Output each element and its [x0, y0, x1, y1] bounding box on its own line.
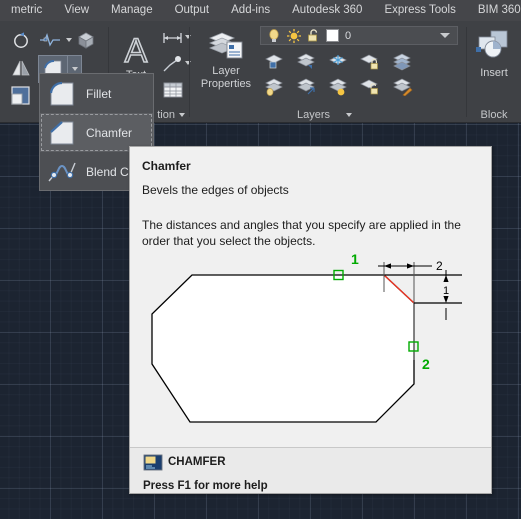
layer-previous-icon	[297, 53, 315, 69]
ribbon-tab-add-ins[interactable]: Add-ins	[220, 0, 281, 21]
tooltip-command-name: CHAMFER	[168, 456, 226, 468]
explode-button[interactable]	[72, 27, 102, 53]
leader-icon	[163, 56, 181, 72]
text-button[interactable]: A	[117, 29, 155, 69]
layer-merge-button[interactable]	[294, 76, 320, 98]
layer-match-icon	[265, 54, 283, 69]
explode-icon	[78, 32, 94, 49]
chevron-down-icon[interactable]	[440, 33, 450, 38]
scale-button[interactable]	[8, 83, 34, 109]
layer-previous-button[interactable]	[294, 51, 320, 73]
panel-label-layers: Layers	[296, 109, 331, 121]
marker-label-1: 1	[351, 252, 359, 267]
ribbon-tab-express-tools[interactable]: Express Tools	[373, 0, 466, 21]
ribbon-panel-layers: Layer Properties 0 Layers	[190, 21, 465, 123]
flyout-item-fillet[interactable]: Fillet	[40, 74, 153, 113]
ribbon-tab-bar: metric View Manage Output Add-ins Autode…	[0, 0, 521, 21]
layer-isolate-button[interactable]	[390, 51, 416, 73]
chamfer-icon	[45, 117, 79, 149]
lightbulb-icon	[269, 28, 279, 42]
layer-freeze-icon	[329, 55, 347, 65]
ribbon-tab-manage[interactable]: Manage	[100, 0, 164, 21]
sun-icon	[287, 28, 301, 43]
ribbon-tab-output[interactable]: Output	[164, 0, 221, 21]
layer-lock-icon	[360, 54, 378, 70]
flyout-label-chamfer: Chamfer	[86, 125, 133, 140]
stretch-button[interactable]	[38, 27, 64, 53]
layer-properties-label-line1: Layer	[212, 65, 240, 77]
insert-button-label: Insert	[480, 67, 508, 79]
stretch-icon	[40, 33, 60, 47]
insert-button[interactable]	[473, 27, 515, 65]
dim-label-horizontal: 2	[436, 259, 443, 273]
layer-freeze-button[interactable]	[326, 51, 352, 73]
tooltip-title: Chamfer	[142, 159, 191, 173]
marker-label-2: 2	[422, 356, 430, 372]
text-icon: A	[124, 31, 149, 67]
layer-properties-icon	[208, 32, 243, 59]
tooltip-summary: Bevels the edges of objects	[142, 183, 289, 197]
ribbon-tab-bim-360[interactable]: BIM 360	[467, 0, 521, 21]
panel-label-block: Block	[480, 109, 508, 121]
ribbon-tab-view[interactable]: View	[53, 0, 100, 21]
leader-button[interactable]	[161, 53, 185, 75]
layer-change-icon	[393, 78, 413, 96]
svg-text:A: A	[125, 32, 148, 67]
unlock-icon	[308, 28, 318, 41]
chevron-down-icon	[71, 67, 78, 71]
layer-unlock-icon	[360, 79, 378, 95]
layer-color-swatch[interactable]	[326, 29, 339, 42]
ribbon-tab-autodesk-360[interactable]: Autodesk 360	[281, 0, 373, 21]
layer-unisolate-button[interactable]	[326, 76, 352, 98]
layer-dropdown[interactable]: 0	[260, 26, 458, 45]
ribbon-tab-parametric[interactable]: metric	[0, 0, 53, 21]
layers-panel-caret[interactable]	[346, 113, 352, 117]
tooltip-footer: CHAMFER Press F1 for more help	[130, 448, 491, 493]
tooltip-help-hint: Press F1 for more help	[143, 480, 268, 492]
chamfer-illustration: 2 1 1 2	[130, 251, 491, 442]
layer-on-icon	[265, 78, 283, 96]
layer-properties-label-line2: Properties	[200, 78, 252, 90]
layer-unisolate-icon	[329, 78, 347, 96]
layer-unlock-button[interactable]	[358, 76, 384, 98]
insert-icon	[476, 30, 508, 58]
scale-icon	[11, 86, 30, 105]
ribbon-panel-block: Insert Block	[467, 21, 521, 123]
autocad-window: metric View Manage Output Add-ins Autode…	[0, 0, 521, 519]
rotate-button[interactable]	[8, 27, 34, 53]
mirror-icon	[12, 60, 30, 76]
table-button[interactable]	[161, 79, 185, 101]
layer-change-button[interactable]	[390, 76, 416, 98]
layer-isolate-icon	[393, 53, 411, 71]
layer-on-button[interactable]	[262, 76, 288, 98]
layer-merge-icon	[297, 78, 315, 95]
command-icon	[143, 454, 163, 471]
chamfer-tooltip: Chamfer Bevels the edges of objects The …	[129, 146, 492, 494]
fillet-icon	[45, 78, 79, 110]
mirror-button[interactable]	[8, 55, 34, 81]
flyout-label-fillet: Fillet	[86, 86, 112, 101]
dimension-button[interactable]	[161, 27, 185, 49]
tooltip-body: The distances and angles that you specif…	[142, 218, 461, 248]
rotate-icon	[14, 32, 28, 48]
layer-name: 0	[345, 29, 352, 42]
blend-curve-icon	[45, 156, 79, 188]
chamfer-diagram: 2 1 1 2	[151, 251, 462, 423]
dimension-icon	[163, 33, 182, 43]
layer-match-button[interactable]	[262, 51, 288, 73]
dim-label-vertical: 1	[443, 285, 449, 297]
layer-properties-button[interactable]	[204, 27, 248, 61]
table-icon	[163, 82, 183, 98]
layer-lock-button[interactable]	[358, 51, 384, 73]
